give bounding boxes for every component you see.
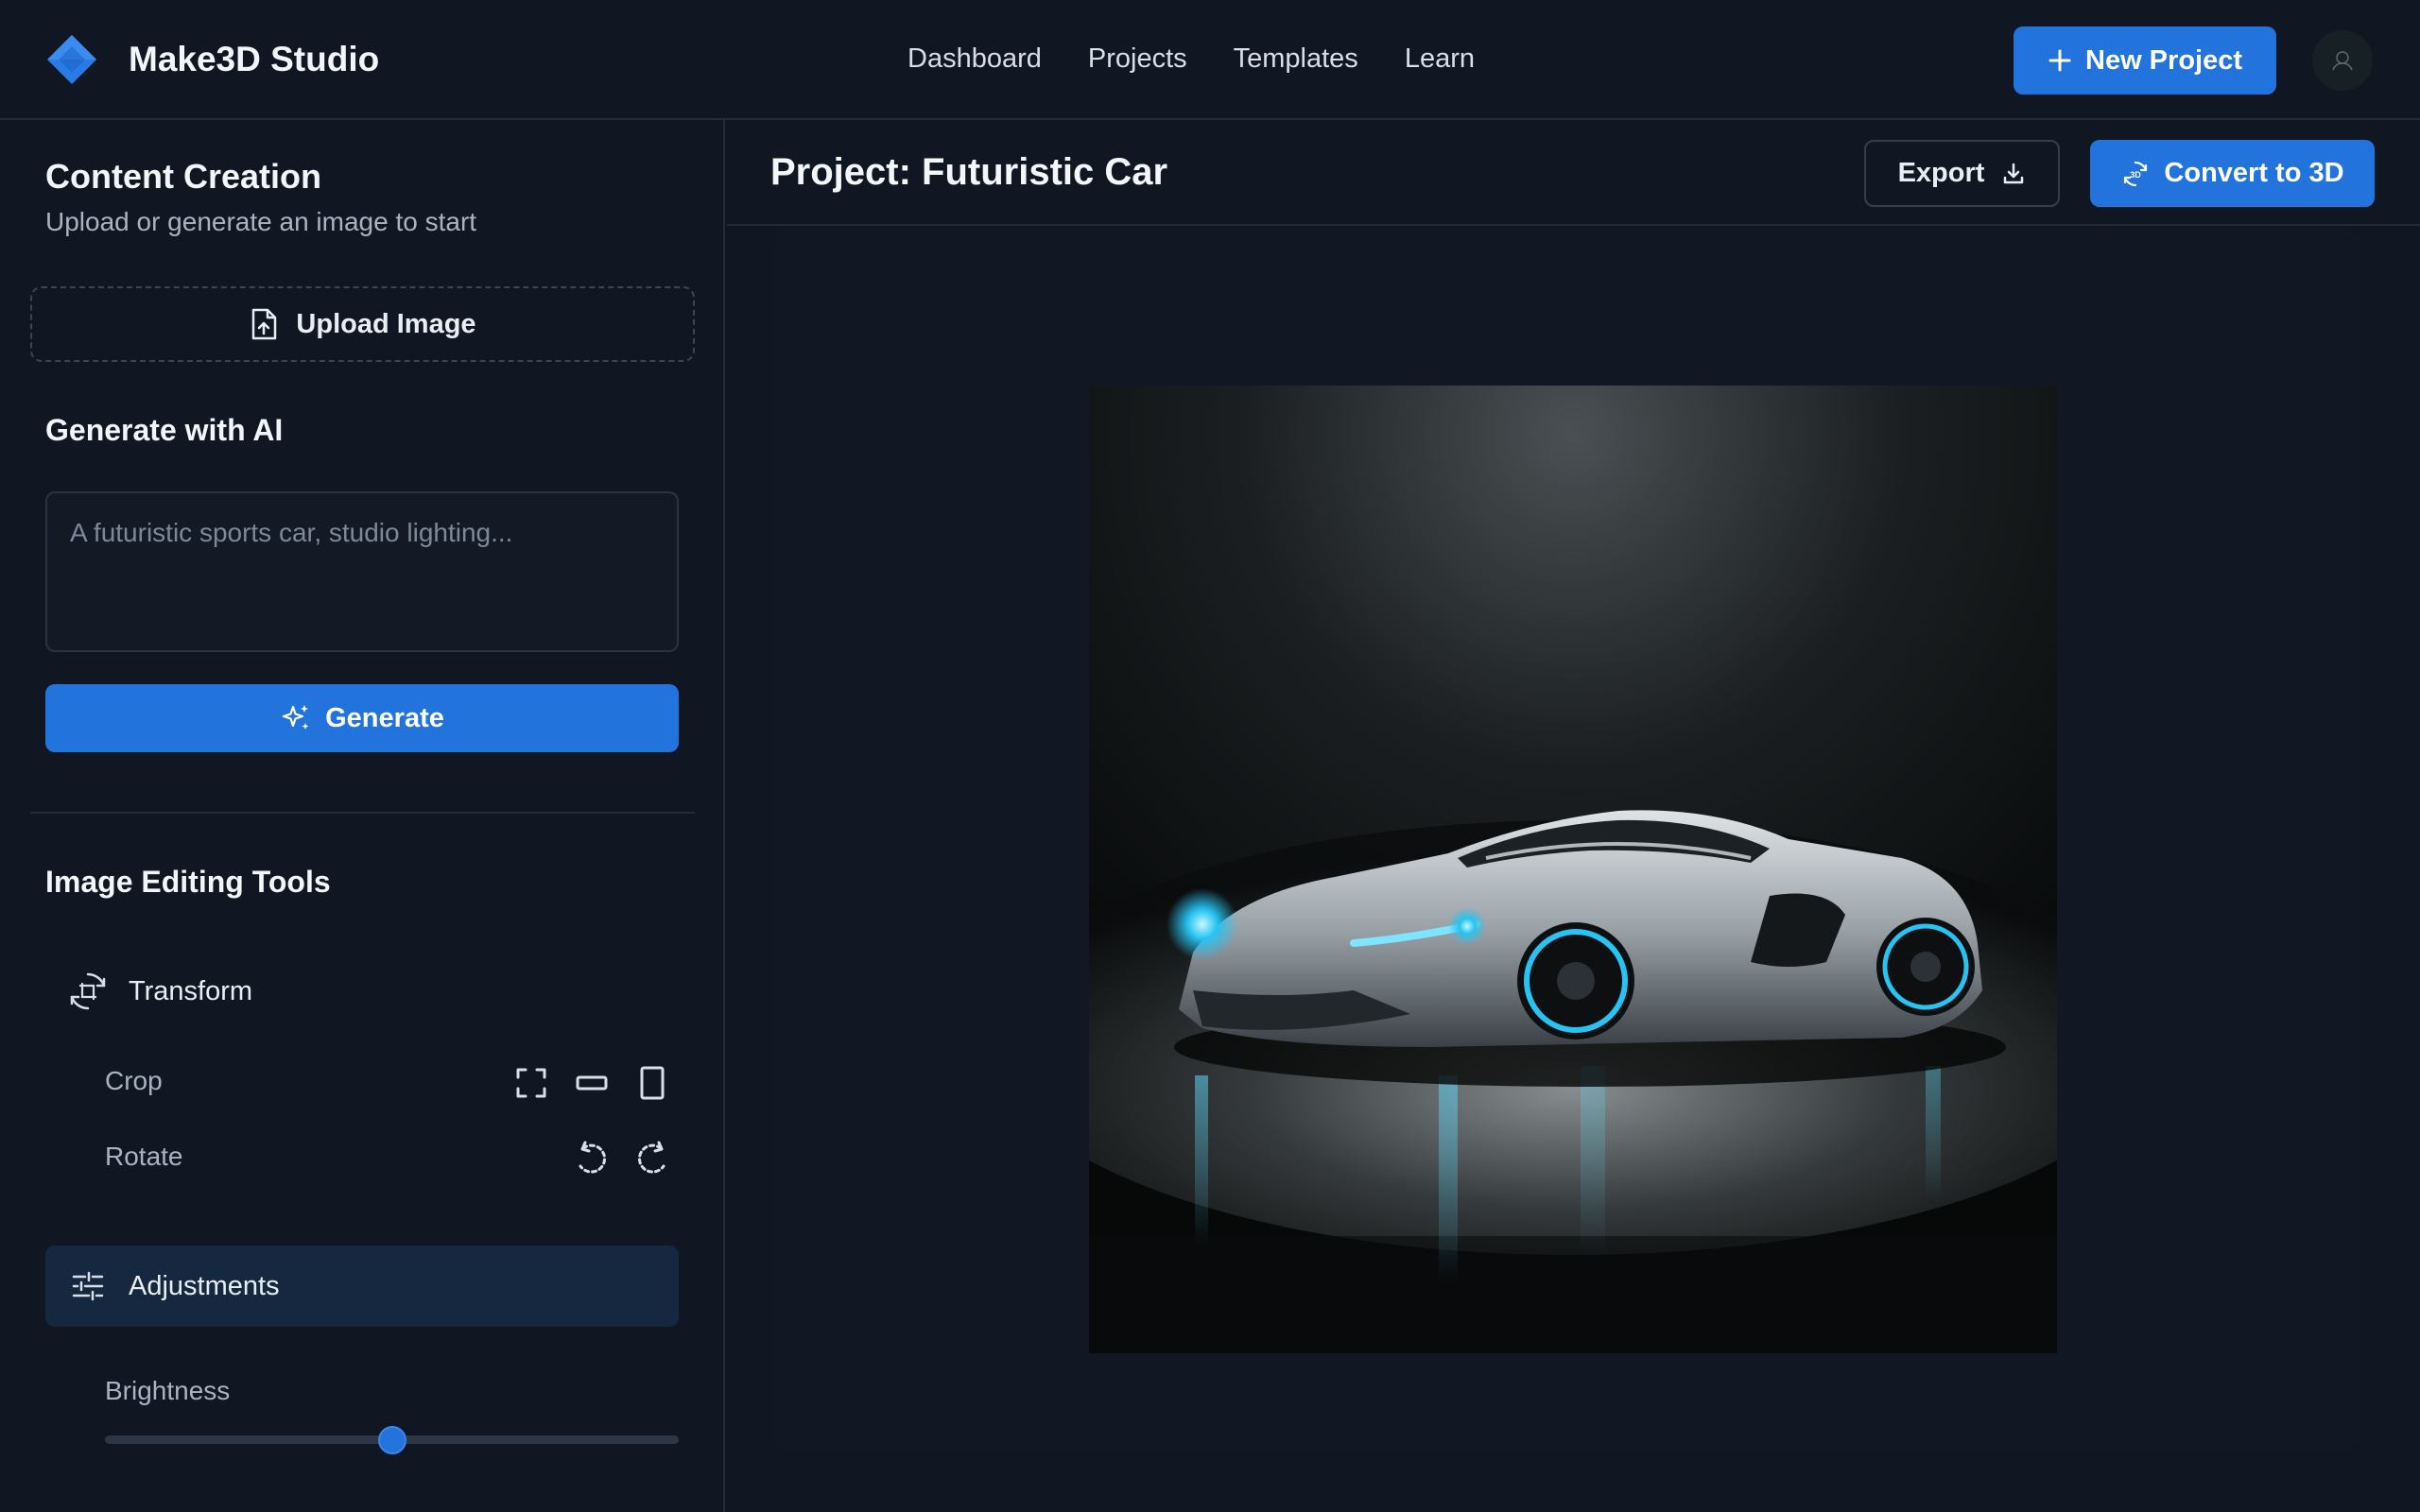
svg-text:3D: 3D	[2131, 170, 2142, 180]
brand-name[interactable]: Make3D Studio	[129, 40, 379, 79]
transform-section-toggle[interactable]: Transform	[45, 951, 679, 1032]
crop-portrait-icon[interactable]	[633, 1064, 671, 1102]
new-project-button[interactable]: New Project	[2014, 26, 2276, 94]
nav-learn[interactable]: Learn	[1405, 43, 1475, 75]
sidebar-subtitle: Upload or generate an image to start	[45, 207, 477, 236]
project-title: Project: Futuristic Car	[770, 151, 1168, 193]
file-upload-icon	[252, 308, 277, 340]
sliders-icon	[72, 1271, 104, 1301]
generate-section-title: Generate with AI	[45, 413, 284, 447]
convert-to-3d-button[interactable]: 3D Convert to 3D	[2090, 140, 2375, 207]
generate-label: Generate	[325, 702, 444, 733]
avatar[interactable]	[2312, 30, 2373, 91]
upload-image-label: Upload Image	[296, 308, 476, 339]
export-button[interactable]: Export	[1864, 140, 2060, 207]
new-project-label: New Project	[2085, 44, 2242, 76]
sidebar-divider	[30, 812, 695, 814]
brightness-label: Brightness	[105, 1376, 231, 1405]
sparkles-icon	[283, 705, 309, 730]
adjustments-section-toggle[interactable]: Adjustments	[45, 1246, 679, 1327]
crop-label: Crop	[105, 1066, 163, 1095]
export-label: Export	[1897, 158, 1985, 188]
3d-rotate-icon: 3D	[2124, 161, 2148, 186]
convert-label: Convert to 3D	[2164, 158, 2344, 188]
editing-tools-title: Image Editing Tools	[45, 865, 331, 899]
upload-image-button[interactable]: Upload Image	[30, 286, 695, 362]
nav-projects[interactable]: Projects	[1088, 43, 1187, 75]
plus-icon	[2048, 49, 2071, 72]
rotate-label: Rotate	[105, 1142, 183, 1171]
crop-landscape-icon[interactable]	[573, 1064, 611, 1102]
nav-templates[interactable]: Templates	[1234, 43, 1358, 75]
download-icon	[2004, 163, 2024, 183]
prompt-input[interactable]	[45, 491, 679, 652]
brightness-slider-thumb[interactable]	[377, 1426, 406, 1454]
sidebar-title: Content Creation	[45, 157, 321, 196]
rotate-left-icon[interactable]	[573, 1140, 611, 1177]
car-image[interactable]	[1089, 386, 2057, 1353]
crop-free-icon[interactable]	[512, 1064, 550, 1102]
transform-icon	[70, 972, 106, 1010]
adjustments-label: Adjustments	[129, 1270, 280, 1301]
nav-dashboard[interactable]: Dashboard	[908, 43, 1042, 75]
user-avatar-icon	[2332, 51, 2353, 71]
main-nav: Dashboard Projects Templates Learn	[908, 43, 1475, 75]
diamond-logo-icon[interactable]	[45, 33, 98, 86]
generate-button[interactable]: Generate	[45, 684, 679, 752]
transform-label: Transform	[129, 975, 253, 1006]
rotate-right-icon[interactable]	[633, 1140, 671, 1177]
